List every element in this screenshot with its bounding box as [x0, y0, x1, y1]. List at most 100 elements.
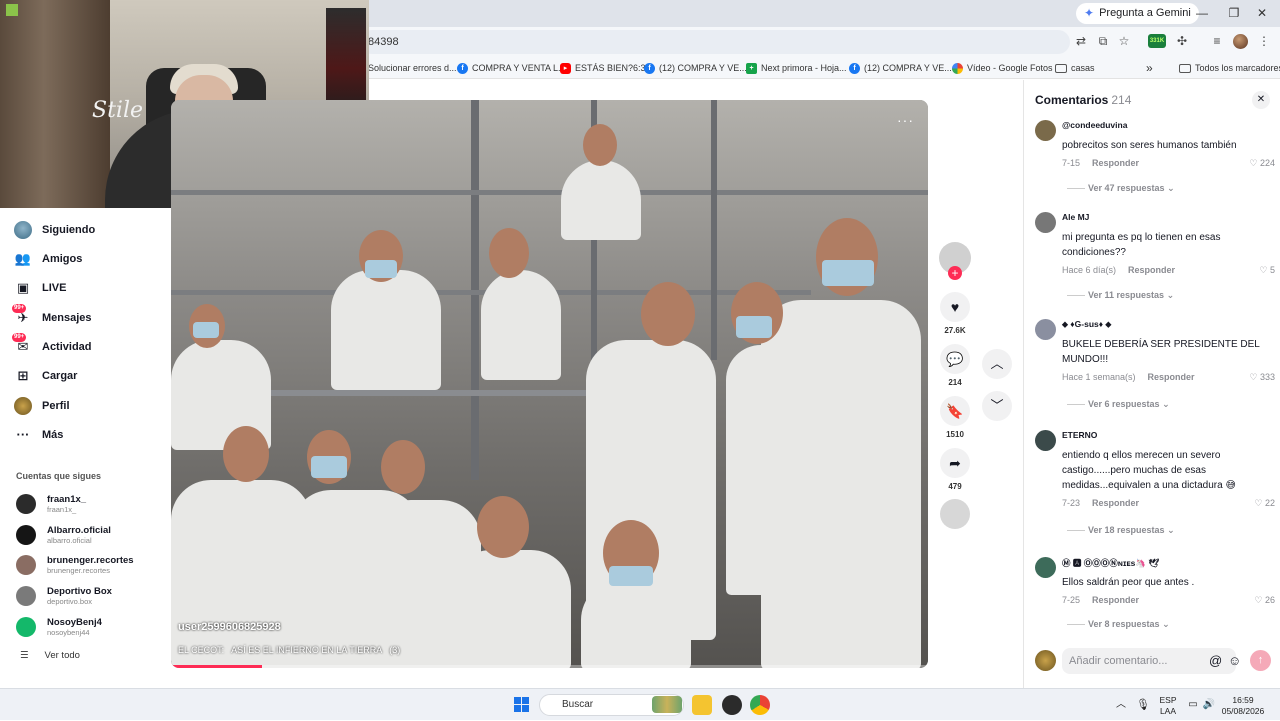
video-progress-bar[interactable] [171, 665, 928, 668]
nav-following[interactable]: Siguiendo [14, 219, 95, 241]
comment-like-button[interactable]: ♡ 26 [1254, 595, 1275, 606]
share-button[interactable]: ➦ 479 [936, 448, 974, 491]
comment-count: 214 [948, 378, 962, 387]
emoji-icon[interactable]: ☺ [1228, 653, 1241, 669]
comment-like-button[interactable]: ♡ 5 [1259, 265, 1275, 276]
more-bookmarks-button[interactable]: » [1146, 57, 1153, 79]
nav-messages[interactable]: ✈ 99+ Mensajes [12, 304, 92, 329]
video-author[interactable]: user2599606825928 [178, 621, 281, 633]
volume-icon[interactable]: 🔊 [1202, 689, 1216, 721]
comment-item: @condeeduvina pobrecitos son seres human… [1035, 120, 1275, 200]
account-handle: brunenger.recortes [47, 566, 110, 575]
translate-icon[interactable]: ⇄ [1073, 33, 1089, 49]
file-explorer-icon[interactable] [692, 695, 712, 715]
bookmark-item[interactable]: f (12) COMPRA Y VE... [849, 57, 952, 79]
followed-account[interactable]: Deportivo Box deportivo.box [16, 584, 112, 608]
reply-button[interactable]: Responder [1148, 372, 1195, 382]
comment-like-button[interactable]: ♡ 22 [1254, 498, 1275, 509]
comment-avatar[interactable] [1035, 557, 1056, 578]
menu-kebab-icon[interactable]: ⋮ [1256, 33, 1272, 49]
close-window-icon[interactable]: ✕ [1252, 4, 1272, 22]
comment-like-count: 22 [1264, 498, 1275, 508]
comment-like-button[interactable]: ♡ 224 [1249, 158, 1275, 169]
extensions-icon[interactable]: ✣ [1174, 33, 1190, 49]
chevron-down-icon[interactable]: ﹀ [982, 391, 1012, 421]
see-all-label: Ver todo [44, 650, 80, 661]
nav-profile[interactable]: Perfil [14, 395, 70, 417]
comment-avatar[interactable] [1035, 212, 1056, 233]
reply-button[interactable]: Responder [1128, 265, 1175, 275]
follow-plus-icon[interactable]: + [948, 266, 962, 280]
bookmark-item[interactable]: Solucionar errores d... [355, 57, 457, 79]
mention-icon[interactable]: @ [1209, 653, 1222, 669]
nav-activity[interactable]: ✉ 99+ Actividad [12, 333, 92, 358]
comments-title: Comentarios 214 [1035, 93, 1131, 107]
network-icon[interactable]: ▭ [1186, 689, 1200, 721]
reply-button[interactable]: Responder [1092, 158, 1139, 168]
bookmark-item[interactable]: casas [1055, 57, 1095, 79]
comment-user[interactable]: Ale MJ [1062, 212, 1089, 222]
music-disc-icon[interactable] [940, 499, 970, 529]
nav-upload[interactable]: ⊞ Cargar [14, 365, 78, 387]
address-bar[interactable]: 84398 [360, 30, 1070, 54]
bookmark-item[interactable]: Vídeo - Google Fotos [952, 57, 1053, 79]
view-replies-button[interactable]: Ver 11 respuestas ⌄ [1067, 290, 1174, 301]
profile-avatar[interactable] [1233, 34, 1248, 49]
view-replies-button[interactable]: Ver 6 respuestas ⌄ [1067, 399, 1170, 410]
comment-avatar[interactable] [1035, 430, 1056, 451]
microphone-icon[interactable]: 🎙 [1136, 689, 1150, 721]
bookmark-item[interactable]: ▸ ESTÁS BIEN?6:33 [560, 57, 651, 79]
nav-live[interactable]: ▣ LIVE [14, 277, 67, 299]
like-button[interactable]: ♥ 27.6K [936, 292, 974, 335]
bookmark-item[interactable]: f COMPRA Y VENTA L... [457, 57, 566, 79]
comment-meta: 7-23 Responder [1062, 498, 1139, 508]
app-icon[interactable] [722, 695, 742, 715]
bookmark-star-icon[interactable]: ☆ [1116, 33, 1132, 49]
reply-button[interactable]: Responder [1092, 595, 1139, 605]
clock[interactable]: 16:59 05/08/2026 [1218, 689, 1268, 721]
comment-avatar[interactable] [1035, 120, 1056, 141]
save-button[interactable]: 🔖 1510 [936, 396, 974, 439]
send-arrow-icon[interactable]: ↑ [1250, 650, 1271, 671]
comment-date: 7-23 [1062, 498, 1081, 508]
followed-account[interactable]: NosoyBenj4 nosoybenj44 [16, 615, 102, 639]
bookmark-item[interactable]: + Next primora - Hoja... [746, 57, 847, 79]
view-replies-button[interactable]: Ver 8 respuestas ⌄ [1067, 619, 1170, 630]
reading-list-icon[interactable]: ≡ [1209, 33, 1225, 49]
close-icon[interactable]: ✕ [1252, 91, 1270, 109]
bookmark-item[interactable]: f (12) COMPRA Y VE... [644, 57, 747, 79]
tray-overflow-icon[interactable]: ︿ [1114, 689, 1128, 721]
followed-account[interactable]: brunenger.recortes brunenger.recortes [16, 553, 134, 577]
gemini-button[interactable]: ✦ Pregunta a Gemini [1076, 3, 1199, 24]
followed-account[interactable]: Albarro.oficial albarro.oficial [16, 523, 111, 547]
minimize-icon[interactable]: — [1192, 4, 1212, 22]
chrome-icon[interactable] [750, 695, 770, 715]
see-all-button[interactable]: ☰ Ver todo [20, 650, 80, 661]
video-player[interactable]: ··· user2599606825928 EL CECOT: ASÍ ES E… [171, 100, 928, 668]
comment-user[interactable]: Ⓜ 🅰 ⓄⓄⓄⓃɴɪᴇs🦄 🕊 [1062, 557, 1159, 569]
comment-user[interactable]: @condeeduvina [1062, 120, 1127, 130]
comment-user[interactable]: ETERNO [1062, 430, 1097, 440]
comment-button[interactable]: 💬 214 [936, 344, 974, 387]
reply-button[interactable]: Responder [1092, 498, 1139, 508]
video-progress-fill [171, 665, 262, 668]
language-indicator[interactable]: ESP LAA [1158, 689, 1178, 721]
heart-icon: ♥ [940, 292, 970, 322]
restore-icon[interactable]: ❐ [1224, 4, 1244, 22]
search-highlight-icon[interactable] [652, 696, 682, 713]
windows-start-icon[interactable] [514, 697, 529, 712]
view-replies-button[interactable]: Ver 18 respuestas ⌄ [1067, 525, 1175, 536]
video-more-icon[interactable]: ··· [897, 112, 914, 128]
comment-avatar[interactable] [1035, 319, 1056, 340]
followed-account[interactable]: fraan1x_ fraan1x_ [16, 492, 86, 516]
nav-more[interactable]: ··· Más [14, 424, 64, 446]
extension-badge[interactable]: 331K [1148, 34, 1166, 48]
nav-label: Actividad [42, 341, 92, 353]
comment-user[interactable]: ⬥ ♦G-sus♦ ⬥ [1062, 319, 1111, 330]
view-replies-button[interactable]: Ver 47 respuestas ⌄ [1067, 183, 1175, 194]
nav-friends[interactable]: 👥 Amigos [14, 248, 82, 270]
install-app-icon[interactable]: ⧉ [1095, 33, 1111, 49]
all-bookmarks-button[interactable]: Todos los marcadores [1179, 57, 1280, 79]
comment-like-button[interactable]: ♡ 333 [1249, 372, 1275, 383]
chevron-up-icon[interactable]: ︿ [982, 349, 1012, 379]
